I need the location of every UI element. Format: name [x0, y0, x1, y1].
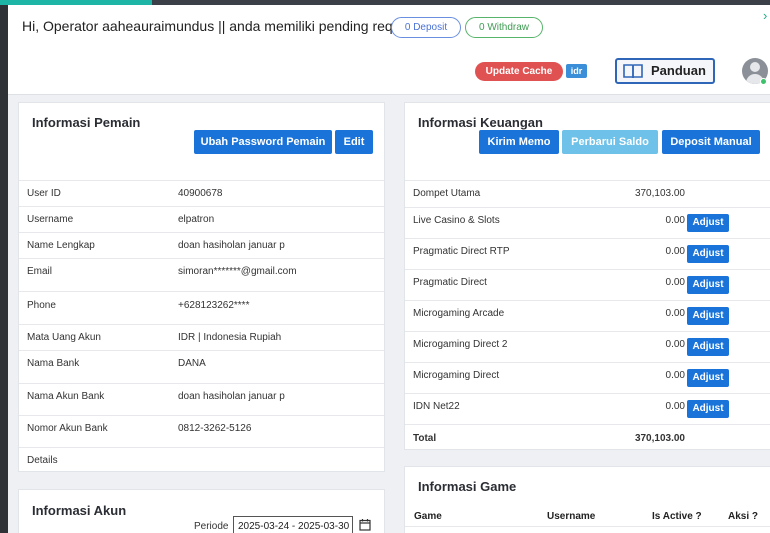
row-value: elpatron: [178, 214, 215, 225]
row-value: +628123262****: [178, 300, 250, 311]
card-title-pemain: Informasi Pemain: [32, 115, 141, 130]
pending-deposit-button[interactable]: 0 Deposit: [391, 17, 461, 38]
row-label: Nomor Akun Bank: [27, 423, 108, 434]
row-label: IDN Net22: [413, 401, 460, 412]
adjust-button[interactable]: Adjust: [687, 276, 729, 294]
card-informasi-akun: Informasi Akun Periode: [18, 489, 385, 533]
total-label: Total: [413, 433, 437, 444]
table-row: Name Lengkap doan hasiholan januar p: [19, 232, 384, 258]
adjust-button[interactable]: Adjust: [687, 214, 729, 232]
edit-button[interactable]: Edit: [335, 130, 373, 154]
column-header: Aksi ?: [728, 511, 759, 522]
row-label: Pragmatic Direct: [413, 277, 487, 288]
row-label: Phone: [27, 300, 56, 311]
table-row: IDN Net22 0.00 Adjust: [405, 393, 770, 424]
row-label: Dompet Utama: [413, 188, 481, 199]
row-value: doan hasiholan januar p: [178, 240, 285, 251]
table-row: Phone +628123262****: [19, 291, 384, 324]
row-label: Pragmatic Direct RTP: [413, 246, 510, 257]
header: Hi, Operator aaheauraimundus || anda mem…: [8, 5, 770, 95]
row-value: 0.00: [665, 339, 685, 350]
adjust-button[interactable]: Adjust: [687, 400, 729, 418]
table-row: Nama Bank DANA: [19, 350, 384, 383]
row-label: Microgaming Direct: [413, 370, 500, 381]
row-label: Nama Akun Bank: [27, 391, 105, 402]
row-label: Microgaming Direct 2: [413, 339, 508, 350]
game-table-header: Game Username Is Active ? Aksi ?: [405, 507, 770, 527]
row-label: Username: [27, 214, 74, 225]
card-informasi-keuangan: Informasi Keuangan Kirim Memo Perbarui S…: [404, 102, 770, 450]
pending-withdraw-button[interactable]: 0 Withdraw: [465, 17, 543, 38]
periode-label: Periode: [194, 521, 229, 532]
table-row-total: Total 370,103.00: [405, 424, 770, 452]
column-header: Game: [414, 511, 442, 522]
book-icon: [623, 63, 643, 86]
row-value: 0812-3262-5126: [178, 423, 252, 434]
table-row: Nomor Akun Bank 0812-3262-5126: [19, 415, 384, 447]
perbarui-saldo-button[interactable]: Perbarui Saldo: [562, 130, 658, 154]
ubah-password-button[interactable]: Ubah Password Pemain: [194, 130, 332, 154]
card-informasi-game: Informasi Game Game Username Is Active ?…: [404, 466, 770, 533]
card-title-game: Informasi Game: [418, 479, 517, 494]
adjust-button[interactable]: Adjust: [687, 245, 729, 263]
table-row: Email simoran*******@gmail.com: [19, 258, 384, 291]
row-value: 40900678: [178, 188, 223, 199]
deposit-manual-button[interactable]: Deposit Manual: [662, 130, 760, 154]
adjust-button[interactable]: Adjust: [687, 307, 729, 325]
row-value: doan hasiholan januar p: [178, 391, 285, 402]
table-row: Nama Akun Bank doan hasiholan januar p: [19, 383, 384, 415]
table-row: Pragmatic Direct 0.00 Adjust: [405, 269, 770, 300]
row-value: 0.00: [665, 401, 685, 412]
row-value: 0.00: [665, 308, 685, 319]
currency-badge: idr: [566, 64, 587, 78]
chevron-right-icon[interactable]: ›: [763, 8, 767, 23]
details-link[interactable]: Details: [27, 455, 58, 466]
adjust-button[interactable]: Adjust: [687, 338, 729, 356]
online-status-dot: [760, 78, 767, 85]
card-informasi-pemain: Informasi Pemain Ubah Password Pemain Ed…: [18, 102, 385, 472]
kirim-memo-button[interactable]: Kirim Memo: [479, 130, 559, 154]
row-label: Mata Uang Akun: [27, 332, 101, 343]
total-value: 370,103.00: [634, 433, 685, 444]
row-value: 0.00: [665, 277, 685, 288]
row-value: DANA: [178, 358, 206, 369]
row-label: Name Lengkap: [27, 240, 95, 251]
column-header: Username: [547, 511, 596, 522]
row-label: Microgaming Arcade: [413, 308, 505, 319]
row-label: Live Casino & Slots: [413, 215, 500, 226]
table-row: Microgaming Direct 2 0.00 Adjust: [405, 331, 770, 362]
row-label: User ID: [27, 188, 61, 199]
table-row: Pragmatic Direct RTP 0.00 Adjust: [405, 238, 770, 269]
row-value: 0.00: [665, 246, 685, 257]
row-label: Email: [27, 266, 53, 277]
pemain-table: User ID 40900678 Username elpatron Name Le…: [19, 180, 384, 473]
greeting-text: Hi, Operator aaheauraimundus || anda mem…: [22, 18, 424, 34]
table-row: Microgaming Direct 0.00 Adjust: [405, 362, 770, 393]
periode-date-range-input[interactable]: [233, 516, 353, 533]
calendar-icon[interactable]: [359, 518, 371, 533]
card-title-keuangan: Informasi Keuangan: [418, 115, 543, 130]
table-row: Live Casino & Slots 0.00 Adjust: [405, 207, 770, 238]
table-row: Microgaming Arcade 0.00 Adjust: [405, 300, 770, 331]
table-row: Mata Uang Akun IDR | Indonesia Rupiah: [19, 324, 384, 350]
row-value: IDR | Indonesia Rupiah: [178, 332, 282, 343]
panduan-button[interactable]: Panduan: [615, 58, 715, 84]
table-row: User ID 40900678: [19, 180, 384, 206]
row-value: 370,103.00: [634, 188, 685, 199]
row-label: Nama Bank: [27, 358, 80, 369]
row-value: simoran*******@gmail.com: [178, 266, 297, 277]
update-cache-button[interactable]: Update Cache: [475, 62, 563, 81]
card-title-akun: Informasi Akun: [32, 503, 127, 518]
table-row: Details: [19, 447, 384, 473]
keuangan-table: Dompet Utama 370,103.00 Live Casino & Slo…: [405, 180, 770, 452]
adjust-button[interactable]: Adjust: [687, 369, 729, 387]
panduan-label: Panduan: [651, 63, 706, 78]
row-value: 0.00: [665, 215, 685, 226]
column-header: Is Active ?: [652, 511, 702, 522]
row-value: 0.00: [665, 370, 685, 381]
sidebar-collapsed: [0, 5, 8, 533]
table-row: Dompet Utama 370,103.00: [405, 180, 770, 207]
table-row: Username elpatron: [19, 206, 384, 232]
